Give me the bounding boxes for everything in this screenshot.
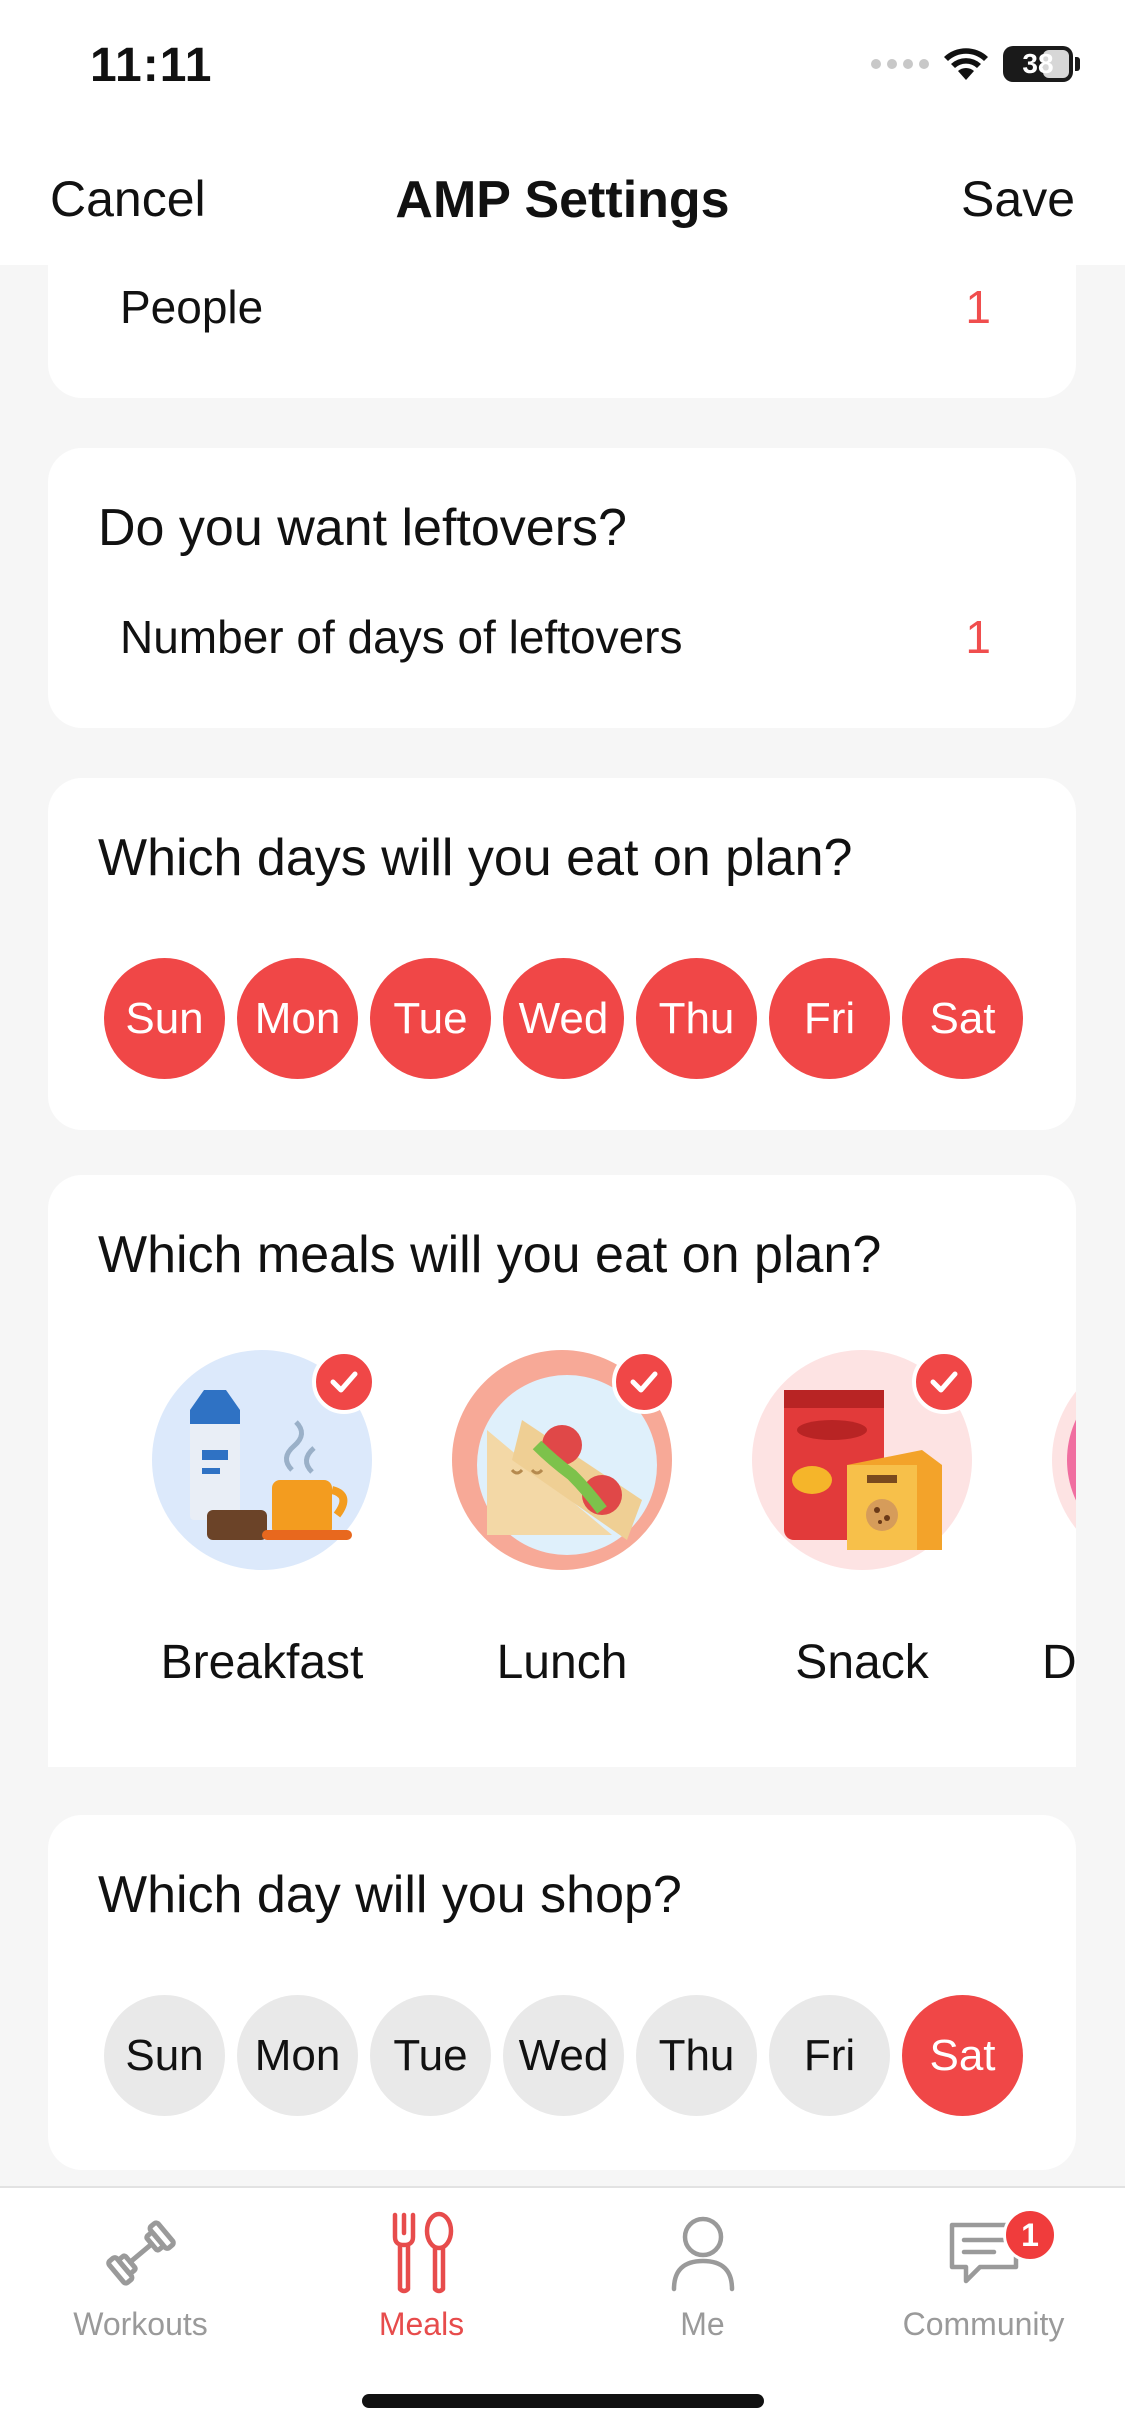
plan-day-wed[interactable]: Wed bbox=[503, 958, 624, 1079]
tab-workouts[interactable]: Workouts bbox=[0, 2208, 281, 2343]
meals-carousel[interactable]: Breakfast Lunch Snack D bbox=[102, 1350, 1076, 1720]
cellular-signal-icon bbox=[871, 59, 929, 69]
meal-lunch[interactable]: Lunch bbox=[452, 1350, 712, 1720]
shop-day-wed[interactable]: Wed bbox=[503, 1995, 624, 2116]
tab-meals[interactable]: Meals bbox=[281, 2208, 562, 2343]
meal-label: Lunch bbox=[496, 1636, 628, 1689]
dinner-illustration bbox=[1052, 1391, 1076, 1529]
meal-dinner[interactable]: D bbox=[1042, 1350, 1076, 1720]
meal-label: D bbox=[1042, 1636, 1076, 1689]
shop-day-card: Which day will you shop? Sun Mon Tue Wed… bbox=[48, 1815, 1076, 2170]
meal-snack[interactable]: Snack bbox=[752, 1350, 1012, 1720]
tab-me[interactable]: Me bbox=[562, 2208, 843, 2343]
plan-day-mon[interactable]: Mon bbox=[237, 958, 358, 1079]
wifi-icon bbox=[944, 48, 988, 80]
tab-label: Meals bbox=[378, 2306, 465, 2342]
plan-day-thu[interactable]: Thu bbox=[636, 958, 757, 1079]
people-label: People bbox=[120, 281, 264, 333]
meals-title: Which meals will you eat on plan? bbox=[98, 1226, 882, 1284]
status-bar: 11:11 38 bbox=[0, 0, 1125, 140]
plan-days-title: Which days will you eat on plan? bbox=[98, 829, 853, 887]
tab-label: Me bbox=[680, 2306, 725, 2342]
page-title-label: AMP Settings bbox=[395, 171, 730, 229]
shop-day-sun[interactable]: Sun bbox=[104, 1995, 225, 2116]
status-indicators: 38 bbox=[871, 46, 1080, 82]
shop-day-title: Which day will you shop? bbox=[98, 1866, 682, 1924]
person-icon bbox=[671, 2216, 734, 2292]
status-time: 11:11 bbox=[90, 39, 213, 92]
leftovers-card: Do you want leftovers? Number of days of… bbox=[48, 448, 1076, 728]
plan-days-card: Which days will you eat on plan? Sun Mon… bbox=[48, 778, 1076, 1130]
plan-day-sun[interactable]: Sun bbox=[104, 958, 225, 1079]
leftover-days-label: Number of days of leftovers bbox=[120, 611, 683, 663]
navigation-bar-backdrop: Cancel AMP Settings Save bbox=[0, 140, 1125, 265]
leftovers-title: Do you want leftovers? bbox=[98, 499, 627, 557]
check-icon bbox=[912, 1350, 976, 1414]
dumbbell-icon bbox=[105, 2220, 176, 2286]
shop-day-thu[interactable]: Thu bbox=[636, 1995, 757, 2116]
save-button-label[interactable]: Save bbox=[961, 170, 1075, 228]
shop-day-tue[interactable]: Tue bbox=[370, 1995, 491, 2116]
plan-day-tue[interactable]: Tue bbox=[370, 958, 491, 1079]
tab-label: Community bbox=[902, 2306, 1065, 2342]
plan-day-sat[interactable]: Sat bbox=[902, 958, 1023, 1079]
leftover-days-value[interactable]: 1 bbox=[965, 610, 991, 664]
plan-days-selector: Sun Mon Tue Wed Thu Fri Sat bbox=[104, 958, 1023, 1079]
home-indicator[interactable] bbox=[362, 2394, 764, 2408]
notification-badge: 1 bbox=[1003, 2208, 1057, 2262]
shop-day-mon[interactable]: Mon bbox=[237, 1995, 358, 2116]
meal-label: Snack bbox=[795, 1636, 929, 1689]
tab-community[interactable]: 1 Community bbox=[843, 2208, 1124, 2343]
shop-day-sat[interactable]: Sat bbox=[902, 1995, 1023, 2116]
check-icon bbox=[312, 1350, 376, 1414]
shop-day-fri[interactable]: Fri bbox=[769, 1995, 890, 2116]
meal-breakfast[interactable]: Breakfast bbox=[152, 1350, 412, 1720]
tab-label: Workouts bbox=[73, 2306, 208, 2342]
plan-day-fri[interactable]: Fri bbox=[769, 958, 890, 1079]
check-icon bbox=[612, 1350, 676, 1414]
meal-label: Breakfast bbox=[160, 1636, 364, 1689]
shop-day-selector: Sun Mon Tue Wed Thu Fri Sat bbox=[104, 1995, 1023, 2116]
meals-card: Which meals will you eat on plan? Breakf… bbox=[48, 1175, 1076, 1767]
people-value[interactable]: 1 bbox=[965, 280, 991, 334]
battery-level: 38 bbox=[1022, 48, 1054, 79]
fork-spoon-icon bbox=[392, 2211, 453, 2294]
battery-icon: 38 bbox=[1003, 46, 1073, 82]
